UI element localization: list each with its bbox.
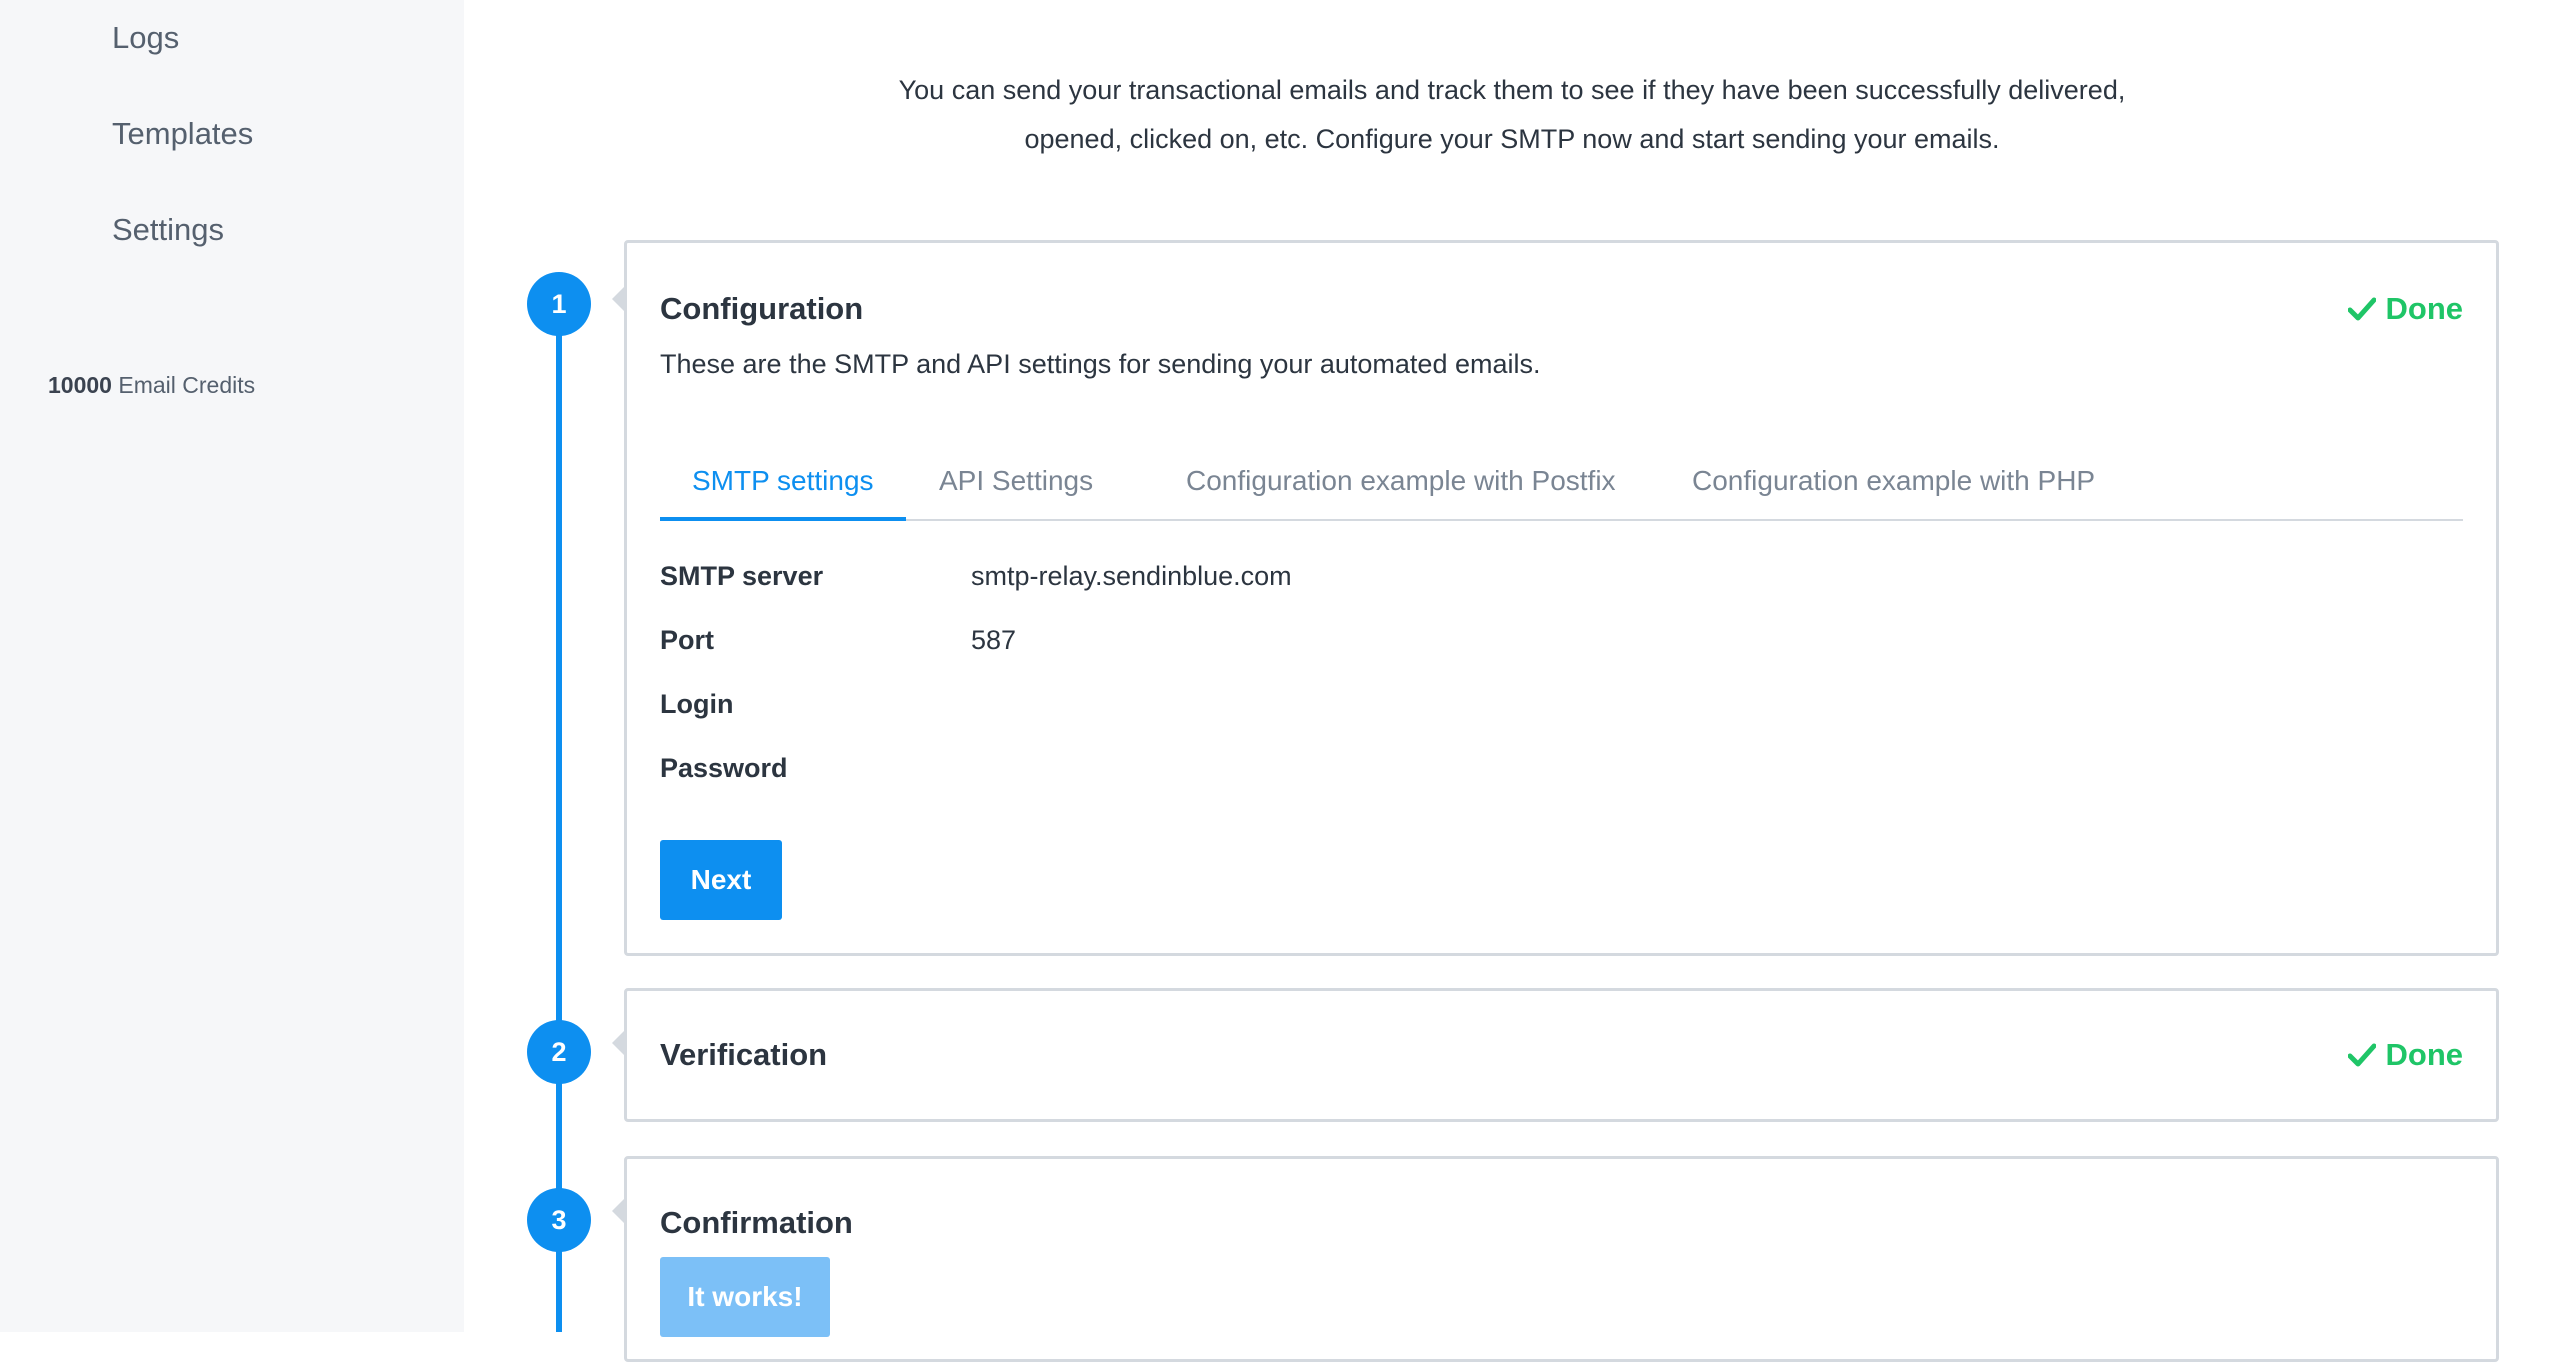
port-label: Port [660,625,714,655]
check-icon [2347,297,2376,321]
it-works-button[interactable]: It works! [660,1257,830,1337]
intro-text: You can send your transactional emails a… [712,66,2312,164]
credits-label: Email Credits [118,372,256,398]
sidebar-item-logs[interactable]: Logs [112,22,179,53]
smtp-server-value: smtp-relay.sendinblue.com [971,561,1292,591]
confirmation-title: Confirmation [660,1205,853,1240]
next-button[interactable]: Next [660,840,782,920]
tab-smtp-settings[interactable]: SMTP settings [660,451,906,521]
sidebar-item-templates[interactable]: Templates [112,118,253,149]
verification-title: Verification [660,1037,828,1072]
check-icon [2347,1043,2376,1067]
step-number-3: 3 [527,1188,591,1252]
tab-postfix-example[interactable]: Configuration example with Postfix [1154,451,1648,519]
configuration-description: These are the SMTP and API settings for … [660,349,1541,379]
login-label: Login [660,689,734,719]
step-number-2: 2 [527,1020,591,1084]
verification-status: Done [2347,1037,2464,1073]
card-pointer [612,287,624,311]
tab-php-example[interactable]: Configuration example with PHP [1660,451,2127,519]
step-number-1: 1 [527,272,591,336]
port-value: 587 [971,625,1017,655]
verification-status-label: Done [2385,1037,2464,1072]
settings-tabs: SMTP settings API Settings Configuration… [660,451,2463,521]
verification-card: Verification Done [612,988,2499,1122]
intro-line-1: You can send your transactional emails a… [898,75,2126,105]
sidebar: Logs Templates Settings 10000 Email Cred… [0,0,464,1332]
card-pointer [612,1031,624,1055]
intro-line-2: opened, clicked on, etc. Configure your … [1024,124,2000,154]
card-pointer [612,1199,624,1223]
credits-count: 10000 [48,372,112,398]
timeline-line [556,302,562,1332]
configuration-status: Done [2347,291,2464,327]
password-label: Password [660,753,788,783]
configuration-title: Configuration [660,291,864,326]
email-credits: 10000 Email Credits [48,372,255,399]
smtp-server-label: SMTP server [660,561,824,591]
sidebar-item-settings[interactable]: Settings [112,214,224,245]
tab-api-settings[interactable]: API Settings [907,451,1125,519]
configuration-card: Configuration Done These are the SMTP an… [612,240,2499,956]
confirmation-card: Confirmation It works! [612,1156,2499,1362]
configuration-status-label: Done [2385,291,2464,326]
